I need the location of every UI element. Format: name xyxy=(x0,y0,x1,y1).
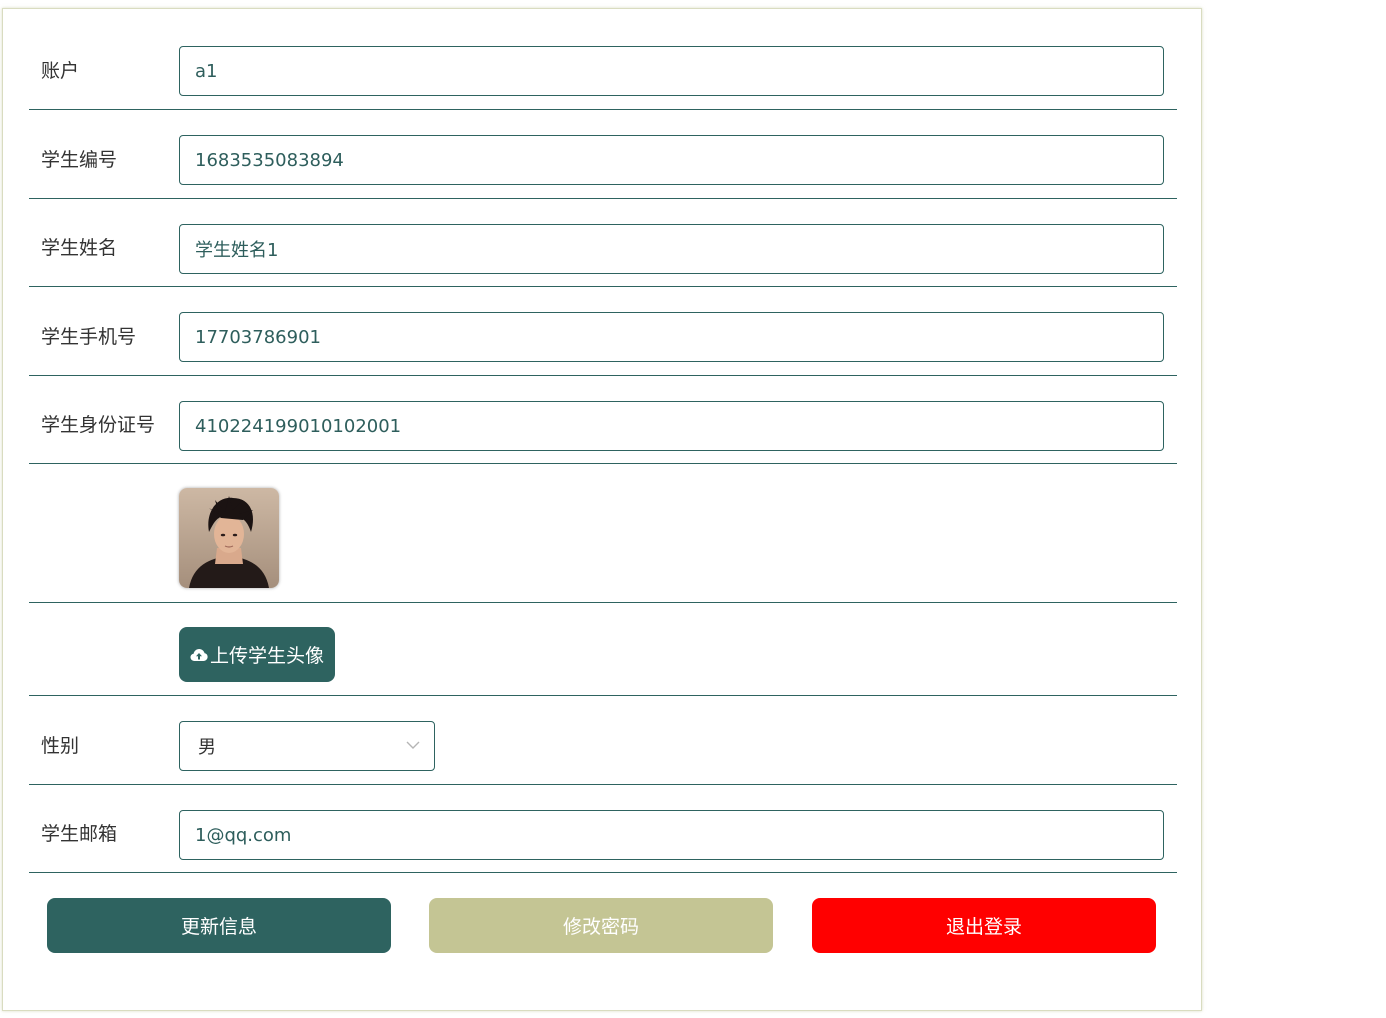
student-email-row: 学生邮箱 xyxy=(29,785,1177,873)
student-name-row: 学生姓名 xyxy=(29,199,1177,287)
student-phone-label: 学生手机号 xyxy=(41,326,137,348)
gender-select-value: 男 xyxy=(198,737,216,758)
student-phone-row: 学生手机号 xyxy=(29,287,1177,376)
change-password-button[interactable]: 修改密码 xyxy=(429,898,773,953)
student-name-label: 学生姓名 xyxy=(41,237,118,259)
student-name-input[interactable] xyxy=(179,224,1164,274)
student-email-label: 学生邮箱 xyxy=(41,823,118,845)
upload-avatar-button[interactable]: 上传学生头像 xyxy=(179,627,336,682)
gender-label: 性别 xyxy=(41,735,80,757)
logout-label: 退出登录 xyxy=(945,916,1022,938)
avatar-row xyxy=(29,464,1177,603)
account-input[interactable] xyxy=(179,46,1164,96)
update-info-label: 更新信息 xyxy=(180,916,257,938)
gender-row: 性别 男 xyxy=(29,696,1177,785)
profile-panel: 账户 学生编号 学生姓名 学生手机号 学生身份证号 xyxy=(2,8,1202,1011)
student-id-card-input[interactable] xyxy=(179,401,1164,451)
student-no-input[interactable] xyxy=(179,135,1164,185)
avatar xyxy=(179,488,279,588)
student-phone-input[interactable] xyxy=(179,312,1164,362)
student-email-input[interactable] xyxy=(179,810,1164,860)
upload-avatar-label: 上传学生头像 xyxy=(210,645,325,667)
account-label: 账户 xyxy=(41,60,80,82)
chevron-down-icon xyxy=(406,741,420,749)
update-info-button[interactable]: 更新信息 xyxy=(47,898,391,953)
gender-select[interactable]: 男 xyxy=(179,721,435,771)
upload-row: 上传学生头像 xyxy=(29,603,1177,696)
student-no-row: 学生编号 xyxy=(29,110,1177,199)
student-no-label: 学生编号 xyxy=(41,149,118,171)
student-id-card-row: 学生身份证号 xyxy=(29,376,1177,464)
logout-button[interactable]: 退出登录 xyxy=(812,898,1156,953)
student-id-card-label: 学生身份证号 xyxy=(41,414,156,436)
person-photo-icon xyxy=(179,488,279,588)
change-password-label: 修改密码 xyxy=(562,916,639,938)
account-row: 账户 xyxy=(29,9,1177,110)
cloud-upload-icon xyxy=(190,648,208,661)
